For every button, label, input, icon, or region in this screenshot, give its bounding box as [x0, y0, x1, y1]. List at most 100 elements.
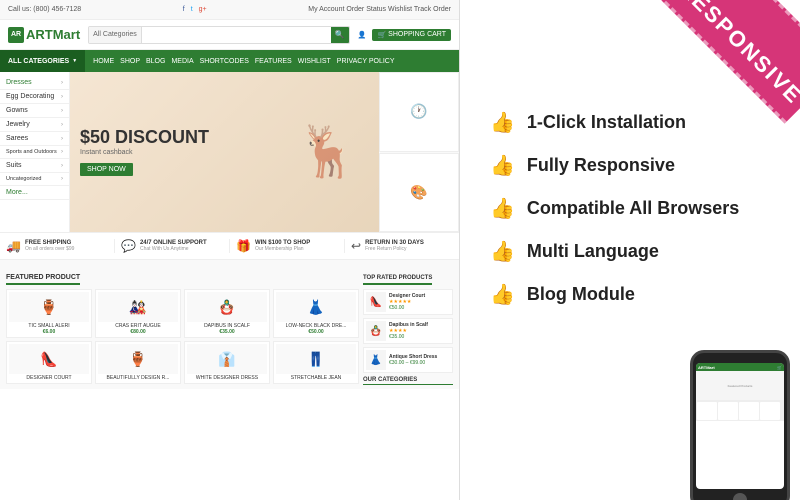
search-category[interactable]: All Categories	[89, 27, 142, 43]
product-card-8[interactable]: 👖 STRETCHABLE JEAN	[273, 341, 359, 384]
top-rated-info-1: Designer Court ★★★★★ €50.00	[389, 293, 425, 311]
feature-label-1: 1-Click Installation	[527, 112, 686, 133]
top-rated-item-1[interactable]: 👠 Designer Court ★★★★★ €50.00	[363, 289, 453, 315]
arrow-icon: ›	[61, 80, 63, 86]
topbar-contact: Call us: (800) 456-7128	[8, 6, 81, 13]
top-rated-item-2[interactable]: 🪆 Dapibus in Scalf ★★★★ €35.00	[363, 318, 453, 344]
arrow-icon: ›	[61, 122, 63, 128]
top-rated-img-2: 🪆	[366, 321, 386, 341]
product-card-5[interactable]: 👠 DESIGNER COURT	[6, 341, 92, 384]
product-card-2[interactable]: 🎎 CRAS ERIT AUGUE €80.00	[95, 289, 181, 338]
sidebar-item-egg[interactable]: Egg Decorating ›	[0, 90, 69, 104]
product-card-3[interactable]: 🪆 DAPIBUS IN SCALF €35.00	[184, 289, 270, 338]
feature-item-blog: 👍 Blog Module	[490, 282, 770, 307]
sidebar-item-gowns[interactable]: Gowns ›	[0, 104, 69, 118]
nav-features[interactable]: FEATURES	[255, 58, 292, 65]
side-product-art[interactable]: 🎨	[379, 153, 459, 233]
feature-return: ↩ RETURN IN 30 DAYS Free Return Policy	[345, 239, 459, 253]
banner-text: $50 DISCOUNT Instant cashback SHOP NOW	[80, 128, 209, 177]
nav-shop[interactable]: SHOP	[120, 58, 140, 65]
user-icon[interactable]: 👤	[358, 31, 367, 39]
nav-categories-button[interactable]: ALL CATEGORIES ▼	[0, 50, 85, 72]
shipping-icon: 🚚	[6, 239, 21, 253]
top-rated-title: TOP RATED PRODUCTS	[363, 275, 432, 285]
sidebar-item-uncategorized[interactable]: Uncategorized ›	[0, 173, 69, 186]
product-name-7: WHITE DESIGNER DRESS	[187, 375, 267, 381]
top-rated-products: TOP RATED PRODUCTS 👠 Designer Court ★★★★…	[363, 266, 453, 385]
phone-prod-1	[697, 402, 717, 420]
logo-text: ARTMart	[26, 27, 80, 42]
product-card-6[interactable]: 🏺 BEAUTIFULLY DESIGN R...	[95, 341, 181, 384]
sidebar-label: Sarees	[6, 135, 28, 142]
features-panel: RESPONSIVE 👍 1-Click Installation 👍 Full…	[460, 0, 800, 500]
main-banner: $50 DISCOUNT Instant cashback SHOP NOW 🦌	[70, 72, 379, 232]
nav-wishlist[interactable]: WISHLIST	[298, 58, 331, 65]
phone-logo: ARTMart	[698, 365, 715, 370]
top-rated-item-3[interactable]: 👗 Antique Short Dress €30.00 – €99.00	[363, 347, 453, 373]
product-img-7: 👔	[187, 344, 267, 374]
thumbs-up-icon-1: 👍	[490, 110, 515, 135]
shop-now-button[interactable]: SHOP NOW	[80, 163, 133, 176]
nav-media[interactable]: MEDIA	[171, 58, 193, 65]
banner-subtitle: Instant cashback	[80, 149, 209, 156]
site-nav: ALL CATEGORIES ▼ HOME SHOP BLOG MEDIA SH…	[0, 50, 459, 72]
sidebar-label: Egg Decorating	[6, 93, 54, 100]
product-img-1: 🏺	[9, 292, 89, 322]
sidebar-item-sports[interactable]: Sports and Outdoors ›	[0, 146, 69, 159]
product-name-5: DESIGNER COURT	[9, 375, 89, 381]
search-button[interactable]: 🔍	[331, 27, 349, 43]
top-rated-img-1: 👠	[366, 292, 386, 312]
support-icon: 💬	[121, 239, 136, 253]
top-rated-price-2: €35.00	[389, 334, 428, 340]
feature-label-2: Fully Responsive	[527, 155, 675, 176]
search-input[interactable]	[142, 27, 331, 43]
social-google: g+	[199, 6, 207, 13]
thumbs-up-icon-3: 👍	[490, 196, 515, 221]
nav-home[interactable]: HOME	[93, 58, 114, 65]
phone-prod-3	[739, 402, 759, 420]
top-rated-price-1: €50.00	[389, 305, 425, 311]
feature-support: 💬 24/7 ONLINE SUPPORT Chat With Us Anyti…	[115, 239, 230, 253]
nav-shortcodes[interactable]: SHORTCODES	[200, 58, 249, 65]
thumbs-up-icon-5: 👍	[490, 282, 515, 307]
nav-privacy[interactable]: PRIVACY POLICY	[337, 58, 395, 65]
product-price-1: €6.00	[9, 329, 89, 335]
chevron-down-icon: ▼	[72, 58, 77, 64]
sidebar-label: More...	[6, 189, 28, 196]
sidebar-item-more[interactable]: More...	[0, 186, 69, 200]
sidebar-label: Gowns	[6, 107, 28, 114]
sidebar-item-jewelry[interactable]: Jewelry ›	[0, 118, 69, 132]
nav-blog[interactable]: BLOG	[146, 58, 165, 65]
cart-button[interactable]: 🛒 SHOPPING CART	[372, 29, 451, 41]
product-img-2: 🎎	[98, 292, 178, 322]
side-product-clock[interactable]: 🕐	[379, 72, 459, 152]
feature-shipping: 🚚 FREE SHIPPING On all orders over $99	[0, 239, 115, 253]
feature-win: 🎁 WIN $100 TO SHOP Our Membership Plan	[230, 239, 345, 253]
product-img-4: 👗	[276, 292, 356, 322]
website-preview: Call us: (800) 456-7128 f t g+ My Accoun…	[0, 0, 460, 500]
feature-support-sub: Chat With Us Anytime	[140, 246, 207, 252]
sidebar-item-sarees[interactable]: Sarees ›	[0, 132, 69, 146]
arrow-icon: ›	[61, 136, 63, 142]
search-bar[interactable]: All Categories 🔍	[88, 26, 350, 44]
product-price-3: €35.00	[187, 329, 267, 335]
feature-win-sub: Our Membership Plan	[255, 246, 310, 252]
product-price-4: €50.00	[276, 329, 356, 335]
sidebar-item-dresses[interactable]: Dresses ›	[0, 76, 69, 90]
product-grid: 🏺 TIC SMALL ALERI €6.00 🎎 CRAS ERIT AUGU…	[6, 289, 359, 338]
feature-return-sub: Free Return Policy	[365, 246, 424, 252]
return-icon: ↩	[351, 239, 361, 253]
sidebar-label: Dresses	[6, 79, 32, 86]
product-card-4[interactable]: 👗 LOW-NECK BLACK DRE... €50.00	[273, 289, 359, 338]
arrow-icon: ›	[61, 163, 63, 169]
sidebar-item-suits[interactable]: Suits ›	[0, 159, 69, 173]
product-card-1[interactable]: 🏺 TIC SMALL ALERI €6.00	[6, 289, 92, 338]
topbar-right: My Account Order Status Wishlist Track O…	[308, 6, 451, 13]
product-card-7[interactable]: 👔 WHITE DESIGNER DRESS	[184, 341, 270, 384]
features-list: 👍 1-Click Installation 👍 Fully Responsiv…	[490, 110, 770, 307]
our-categories-title: OUR CATEGORIES	[363, 377, 453, 385]
arrow-icon: ›	[61, 94, 63, 100]
featured-title: FEATURED PRODUCT	[6, 274, 80, 285]
top-rated-price-3: €30.00 – €99.00	[389, 360, 437, 366]
feature-item-installation: 👍 1-Click Installation	[490, 110, 770, 135]
